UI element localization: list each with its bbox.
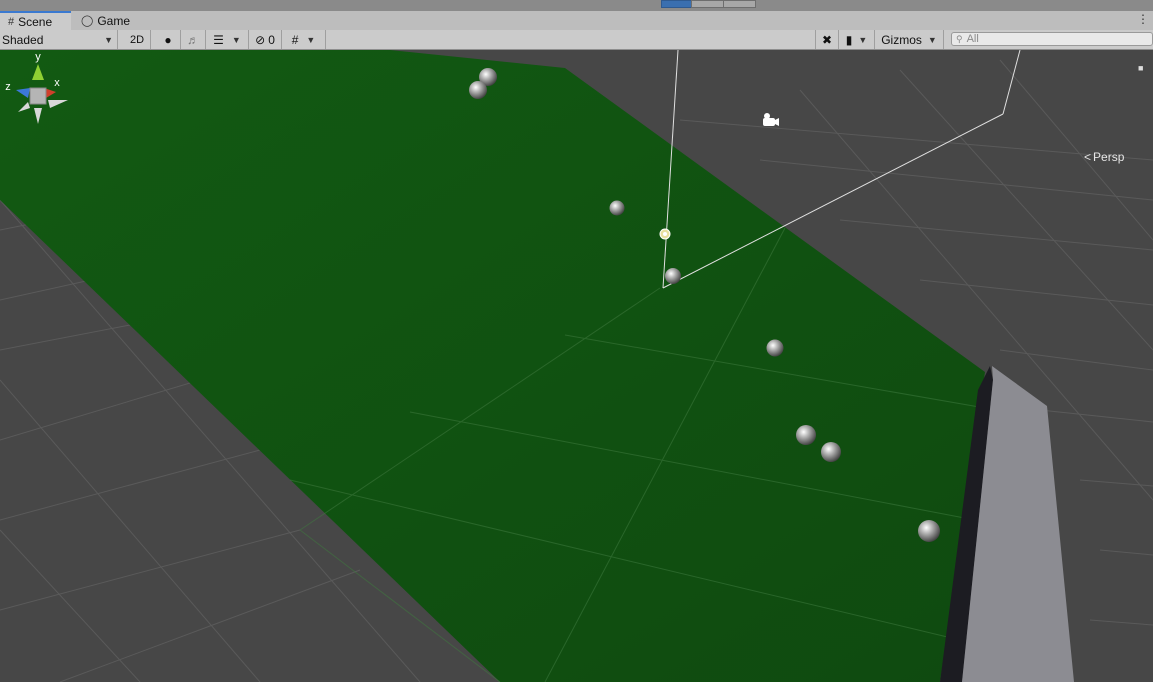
effects-dropdown[interactable]: ☰ ▼	[206, 30, 249, 49]
toggle-2d-button[interactable]: 2D	[124, 30, 151, 49]
scene-viewport[interactable]: y x z ■ < Persp	[0, 50, 1153, 682]
chevron-left-icon: <	[1084, 150, 1092, 164]
tab-bar: # Scene ◯ Game ⋮	[0, 11, 1153, 31]
grid-dropdown[interactable]: # ▼	[282, 30, 326, 49]
tab-scene-label: Scene	[18, 14, 53, 29]
tab-game[interactable]: ◯ Game	[73, 11, 139, 30]
lighting-toggle[interactable]: ●	[156, 30, 181, 49]
chevron-down-icon: ▼	[231, 34, 241, 45]
gamepad-icon: ◯	[81, 15, 94, 27]
sphere[interactable]	[821, 442, 841, 462]
editor-top-strip	[0, 0, 1153, 11]
gizmos-label: Gizmos	[881, 32, 922, 47]
axis-y-label: y	[35, 51, 41, 63]
tools-icon: ✖	[821, 32, 833, 47]
tab-menu-icon[interactable]: ⋮	[1137, 12, 1149, 26]
axis-z-label: z	[5, 81, 11, 93]
chevron-down-icon: ▼	[104, 34, 113, 45]
camera-dropdown[interactable]: ▮ ▼	[839, 30, 875, 49]
draw-mode-value: Shaded	[2, 32, 44, 47]
light-gizmo-icon[interactable]	[659, 228, 671, 240]
hidden-count: 0	[268, 32, 275, 47]
sphere[interactable]	[918, 520, 940, 542]
gizmos-dropdown[interactable]: Gizmos ▼	[875, 30, 944, 49]
camera-gizmo-icon[interactable]	[763, 113, 779, 126]
axis-neg-x-cone[interactable]	[18, 102, 30, 112]
draw-mode-dropdown[interactable]: Shaded ▼	[0, 30, 118, 49]
sphere[interactable]	[796, 425, 816, 445]
axis-z-cone[interactable]	[16, 88, 30, 98]
scene-toolbar: Shaded ▼ 2D ● ♬ ☰ ▼ ⊘ 0 # ▼ ✖ ▮ ▼ Gizmos…	[0, 30, 1153, 50]
orientation-gizmo[interactable]: y x z	[0, 50, 72, 125]
sphere[interactable]	[609, 200, 625, 216]
tools-button[interactable]: ✖	[815, 30, 839, 49]
chevron-down-icon: ▼	[927, 34, 937, 45]
axis-neg-z-cone[interactable]	[48, 100, 68, 108]
layers-icon: ☰	[213, 32, 224, 47]
audio-toggle[interactable]: ♬	[181, 30, 206, 49]
hidden-objects-toggle[interactable]: ⊘ 0	[249, 30, 282, 49]
green-plane	[0, 50, 985, 682]
axis-x-label: x	[54, 77, 60, 89]
speaker-icon: ♬	[187, 32, 199, 47]
search-placeholder: All	[966, 33, 979, 45]
tab-game-label: Game	[97, 13, 130, 28]
grid-icon: #	[8, 15, 15, 28]
sphere[interactable]	[469, 81, 487, 99]
sphere[interactable]	[665, 268, 681, 284]
projection-label: Persp	[1093, 150, 1125, 164]
gizmo-center-cube[interactable]	[29, 87, 47, 105]
search-input[interactable]: ⚲ All	[951, 32, 1153, 46]
lock-icon[interactable]: ■	[1138, 63, 1143, 73]
scene-render	[0, 50, 1153, 682]
sphere[interactable]	[766, 339, 784, 357]
search-icon: ⚲	[956, 33, 963, 44]
grid-snap-icon: #	[291, 32, 299, 47]
tab-scene[interactable]: # Scene	[0, 11, 71, 30]
axis-y-cone[interactable]	[32, 64, 44, 80]
eye-slash-icon: ⊘	[255, 32, 266, 47]
chevron-down-icon: ▼	[858, 34, 868, 45]
step-button[interactable]	[723, 0, 756, 8]
axis-neg-y-cone[interactable]	[34, 108, 42, 124]
projection-toggle[interactable]: < Persp	[1084, 150, 1124, 164]
play-button[interactable]	[661, 0, 692, 8]
chevron-down-icon: ▼	[306, 34, 316, 45]
toggle-2d-label: 2D	[129, 33, 145, 46]
camera-icon: ▮	[845, 32, 853, 47]
lightbulb-icon: ●	[164, 32, 172, 47]
pause-button[interactable]	[691, 0, 724, 8]
